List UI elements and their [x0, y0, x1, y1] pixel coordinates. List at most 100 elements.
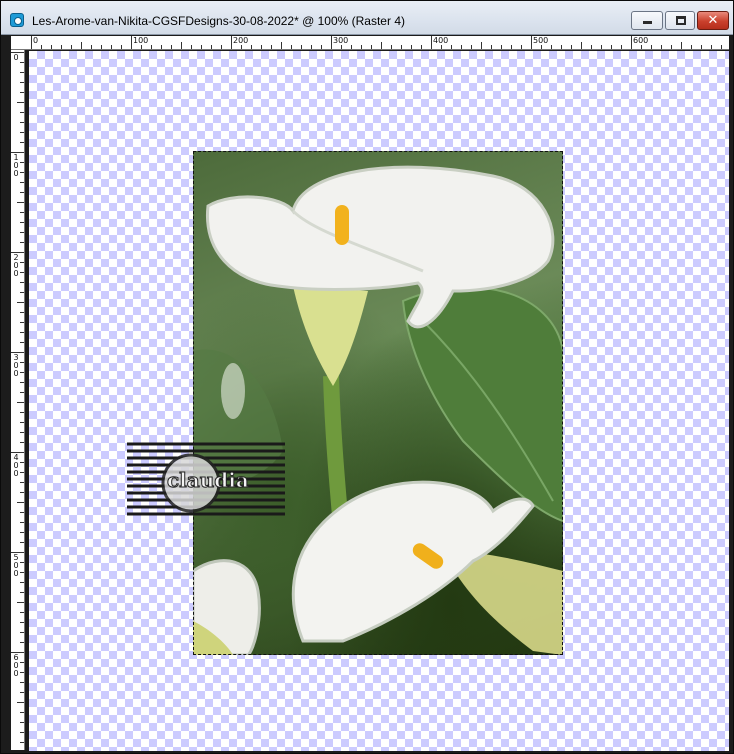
ruler-tick — [121, 45, 122, 49]
ruler-tick — [611, 45, 612, 49]
title-bar[interactable]: Les-Arome-van-Nikita-CGSFDesigns-30-08-2… — [1, 1, 733, 35]
ruler-tick — [20, 322, 24, 323]
ruler-label: 0 — [13, 53, 19, 62]
ruler-tick — [20, 622, 24, 623]
ruler-tick — [17, 302, 24, 303]
ruler-label: 500 — [13, 553, 19, 578]
ruler-tick — [20, 412, 24, 413]
ruler-tick — [361, 45, 362, 49]
ruler-label: 100 — [13, 153, 19, 178]
ruler-tick — [20, 692, 24, 693]
ruler-tick — [20, 382, 24, 383]
ruler-tick — [17, 402, 24, 403]
minimize-button[interactable] — [631, 11, 663, 30]
ruler-tick — [301, 45, 302, 49]
ruler-tick — [41, 45, 42, 49]
watermark-graphic: claudia — [127, 442, 285, 516]
ruler-tick — [691, 45, 692, 49]
ruler-tick — [20, 372, 24, 373]
ruler-tick — [501, 45, 502, 49]
calla-lily-photo[interactable] — [193, 151, 563, 655]
ruler-tick — [20, 722, 24, 723]
ruler-corner — [11, 36, 29, 50]
ruler-tick — [721, 45, 722, 49]
ruler-label: 300 — [13, 353, 19, 378]
ruler-tick — [571, 45, 572, 49]
ruler-tick — [20, 242, 24, 243]
ruler-tick — [451, 45, 452, 49]
ruler-tick — [20, 62, 24, 63]
ruler-tick — [20, 582, 24, 583]
flower-throat — [293, 286, 368, 386]
ruler-tick — [20, 392, 24, 393]
ruler-tick — [20, 432, 24, 433]
ruler-tick — [20, 262, 24, 263]
minimize-icon — [643, 21, 652, 24]
ruler-tick — [20, 712, 24, 713]
ruler-tick — [20, 572, 24, 573]
ruler-label: 0 — [33, 36, 39, 45]
ruler-tick — [20, 112, 24, 113]
ruler-tick — [20, 362, 24, 363]
ruler-tick — [711, 45, 712, 49]
ruler-tick — [581, 42, 582, 49]
ruler-label: 600 — [633, 36, 649, 45]
ruler-tick — [331, 36, 332, 49]
ruler-tick — [251, 45, 252, 49]
ruler-tick — [20, 542, 24, 543]
ruler-tick — [20, 82, 24, 83]
ruler-label: 200 — [13, 253, 19, 278]
ruler-tick — [181, 42, 182, 49]
ruler-tick — [20, 632, 24, 633]
ruler-tick — [161, 45, 162, 49]
ruler-tick — [20, 332, 24, 333]
ruler-tick — [20, 662, 24, 663]
ruler-tick — [421, 45, 422, 49]
ruler-tick — [31, 36, 32, 49]
image-window: Les-Arome-van-Nikita-CGSFDesigns-30-08-2… — [0, 0, 734, 754]
ruler-label: 400 — [13, 453, 19, 478]
ruler-tick — [61, 45, 62, 49]
close-button[interactable]: ✕ — [697, 11, 729, 30]
watermark-logo: claudia — [127, 441, 285, 519]
ruler-tick — [20, 562, 24, 563]
ruler-tick — [20, 172, 24, 173]
ruler-tick — [241, 45, 242, 49]
ruler-tick — [20, 132, 24, 133]
background-blur — [221, 363, 245, 419]
ruler-tick — [701, 45, 702, 49]
image-canvas[interactable]: claudia — [29, 51, 729, 751]
ruler-tick — [20, 212, 24, 213]
ruler-tick — [20, 272, 24, 273]
ruler-tick — [511, 45, 512, 49]
paintshop-pro-icon[interactable] — [10, 13, 24, 27]
ruler-tick — [201, 45, 202, 49]
horizontal-ruler[interactable]: 0 100 200 300 400 500 600 — [29, 36, 729, 50]
ruler-label: 600 — [13, 653, 19, 678]
ruler-tick — [20, 462, 24, 463]
ruler-tick — [81, 42, 82, 49]
ruler-tick — [591, 45, 592, 49]
maximize-button[interactable] — [665, 11, 695, 30]
ruler-tick — [20, 732, 24, 733]
window-title: Les-Arome-van-Nikita-CGSFDesigns-30-08-2… — [32, 14, 405, 28]
ruler-tick — [17, 102, 24, 103]
ruler-tick — [231, 36, 232, 49]
ruler-tick — [17, 702, 24, 703]
ruler-tick — [20, 312, 24, 313]
vertical-ruler[interactable]: 0 100 200 300 400 500 600 — [11, 50, 25, 750]
ruler-tick — [311, 45, 312, 49]
ruler-tick — [111, 45, 112, 49]
ruler-tick — [20, 492, 24, 493]
ruler-tick — [171, 45, 172, 49]
ruler-tick — [20, 592, 24, 593]
ruler-tick — [20, 672, 24, 673]
ruler-tick — [221, 45, 222, 49]
ruler-tick — [20, 442, 24, 443]
ruler-tick — [20, 742, 24, 743]
ruler-tick — [71, 45, 72, 49]
ruler-tick — [561, 45, 562, 49]
ruler-tick — [17, 602, 24, 603]
ruler-tick — [471, 45, 472, 49]
ruler-label: 200 — [233, 36, 249, 45]
